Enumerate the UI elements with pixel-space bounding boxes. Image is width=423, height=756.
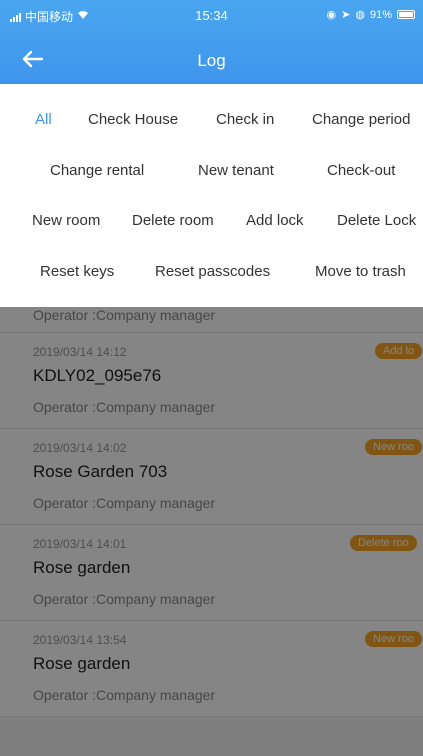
filter-reset-keys[interactable]: Reset keys [40,263,114,280]
filter-new-room[interactable]: New room [32,212,100,229]
filter-check-out[interactable]: Check-out [327,162,395,179]
nav-bar: Log [0,40,423,80]
status-bar: 中国移动 15:34 ◉ ➤ ◍ 91% [0,0,423,34]
filter-panel: All Check House Check in Change period C… [0,84,423,307]
filter-move-to-trash[interactable]: Move to trash [315,263,406,280]
battery-icon [397,10,415,19]
location-icon: ➤ [341,9,351,21]
filter-reset-passcodes[interactable]: Reset passcodes [155,263,270,280]
filter-delete-room[interactable]: Delete room [132,212,214,229]
status-right: ◉ ➤ ◍ 91% [327,8,415,21]
page-title: Log [197,51,226,70]
filter-change-rental[interactable]: Change rental [50,162,144,179]
battery-percent: 91% [369,8,392,21]
filter-new-tenant[interactable]: New tenant [198,162,274,179]
filter-check-in[interactable]: Check in [216,111,274,128]
filter-delete-lock[interactable]: Delete Lock [337,212,416,229]
app-header: 中国移动 15:34 ◉ ➤ ◍ 91% Log [0,0,423,84]
filter-change-period[interactable]: Change period [312,111,410,128]
filter-all[interactable]: All [35,111,52,128]
orientation-lock-icon: ◍ [355,9,365,21]
alarm-icon: ◉ [326,9,337,21]
filter-add-lock[interactable]: Add lock [246,212,304,229]
dim-overlay[interactable] [0,307,423,756]
filter-check-house[interactable]: Check House [88,111,178,128]
